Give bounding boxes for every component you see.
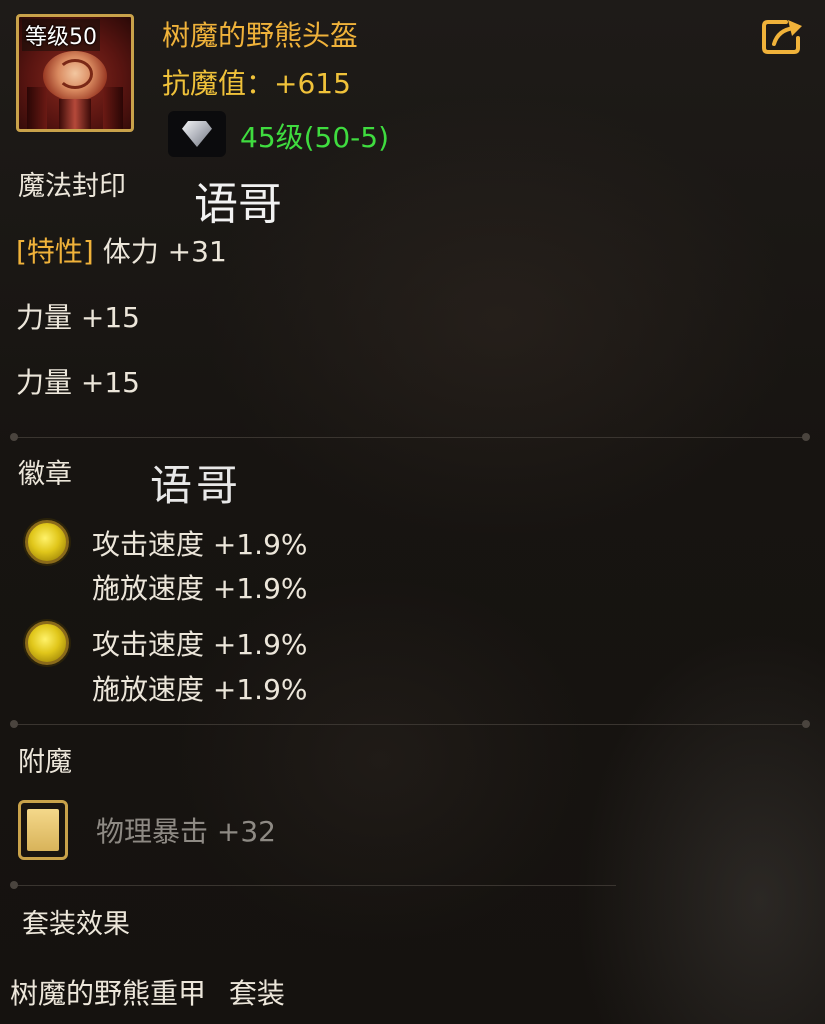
enchant-stat: 物理暴击 +32 [96, 815, 276, 848]
enchant-card-icon[interactable] [18, 800, 68, 860]
section-magic-seal-title: 魔法封印 [18, 171, 126, 202]
divider-dot [10, 881, 18, 889]
divider [16, 885, 616, 886]
section-badge-title: 徽章 [18, 459, 72, 490]
badge-stat-line: 攻击速度 +1.9% [92, 628, 308, 661]
badge-stat-line: 攻击速度 +1.9% [92, 528, 308, 561]
item-main-stat: 抗魔值：+615 [162, 67, 351, 100]
gem-slot[interactable] [168, 111, 226, 157]
item-level-badge: 等级50 [22, 19, 100, 51]
divider [16, 437, 806, 438]
stat-line: 力量 +15 [16, 301, 140, 334]
divider-dot [10, 720, 18, 728]
watermark-text: 语哥 [194, 179, 282, 230]
item-name: 树魔的野熊头盔 [162, 19, 359, 52]
section-enchant-title: 附魔 [18, 747, 72, 778]
gold-orb-icon[interactable] [25, 520, 69, 564]
watermark-text: 语哥 [150, 461, 243, 510]
badge-stat-line: 施放速度 +1.9% [92, 673, 308, 706]
divider-dot [802, 433, 810, 441]
gem-level-text: 45级(50-5) [240, 121, 390, 154]
badge-stat-line: 施放速度 +1.9% [92, 572, 308, 605]
share-icon[interactable] [760, 16, 806, 56]
set-name: 树魔的野熊重甲 [10, 977, 207, 1010]
trait-stat: [特性] 体力 +31 [16, 230, 227, 270]
diamond-gem-icon [182, 121, 212, 147]
trait-tag: [特性] [16, 235, 94, 268]
set-suffix: 套装 [228, 977, 285, 1010]
item-tooltip-panel: 等级50 树魔的野熊头盔 抗魔值：+615 45级(50-5) 魔法封印 语哥 … [0, 0, 825, 1024]
section-set-effect-title: 套装效果 [22, 909, 130, 940]
stat-line: 力量 +15 [16, 366, 140, 399]
gold-orb-icon[interactable] [25, 621, 69, 665]
divider-dot [802, 720, 810, 728]
trait-value: 体力 +31 [102, 235, 227, 268]
set-name-line: 树魔的野熊重甲 套装 [10, 972, 285, 1012]
divider-dot [10, 433, 18, 441]
bear-helmet-icon[interactable]: 等级50 [16, 14, 134, 132]
divider [16, 724, 806, 725]
